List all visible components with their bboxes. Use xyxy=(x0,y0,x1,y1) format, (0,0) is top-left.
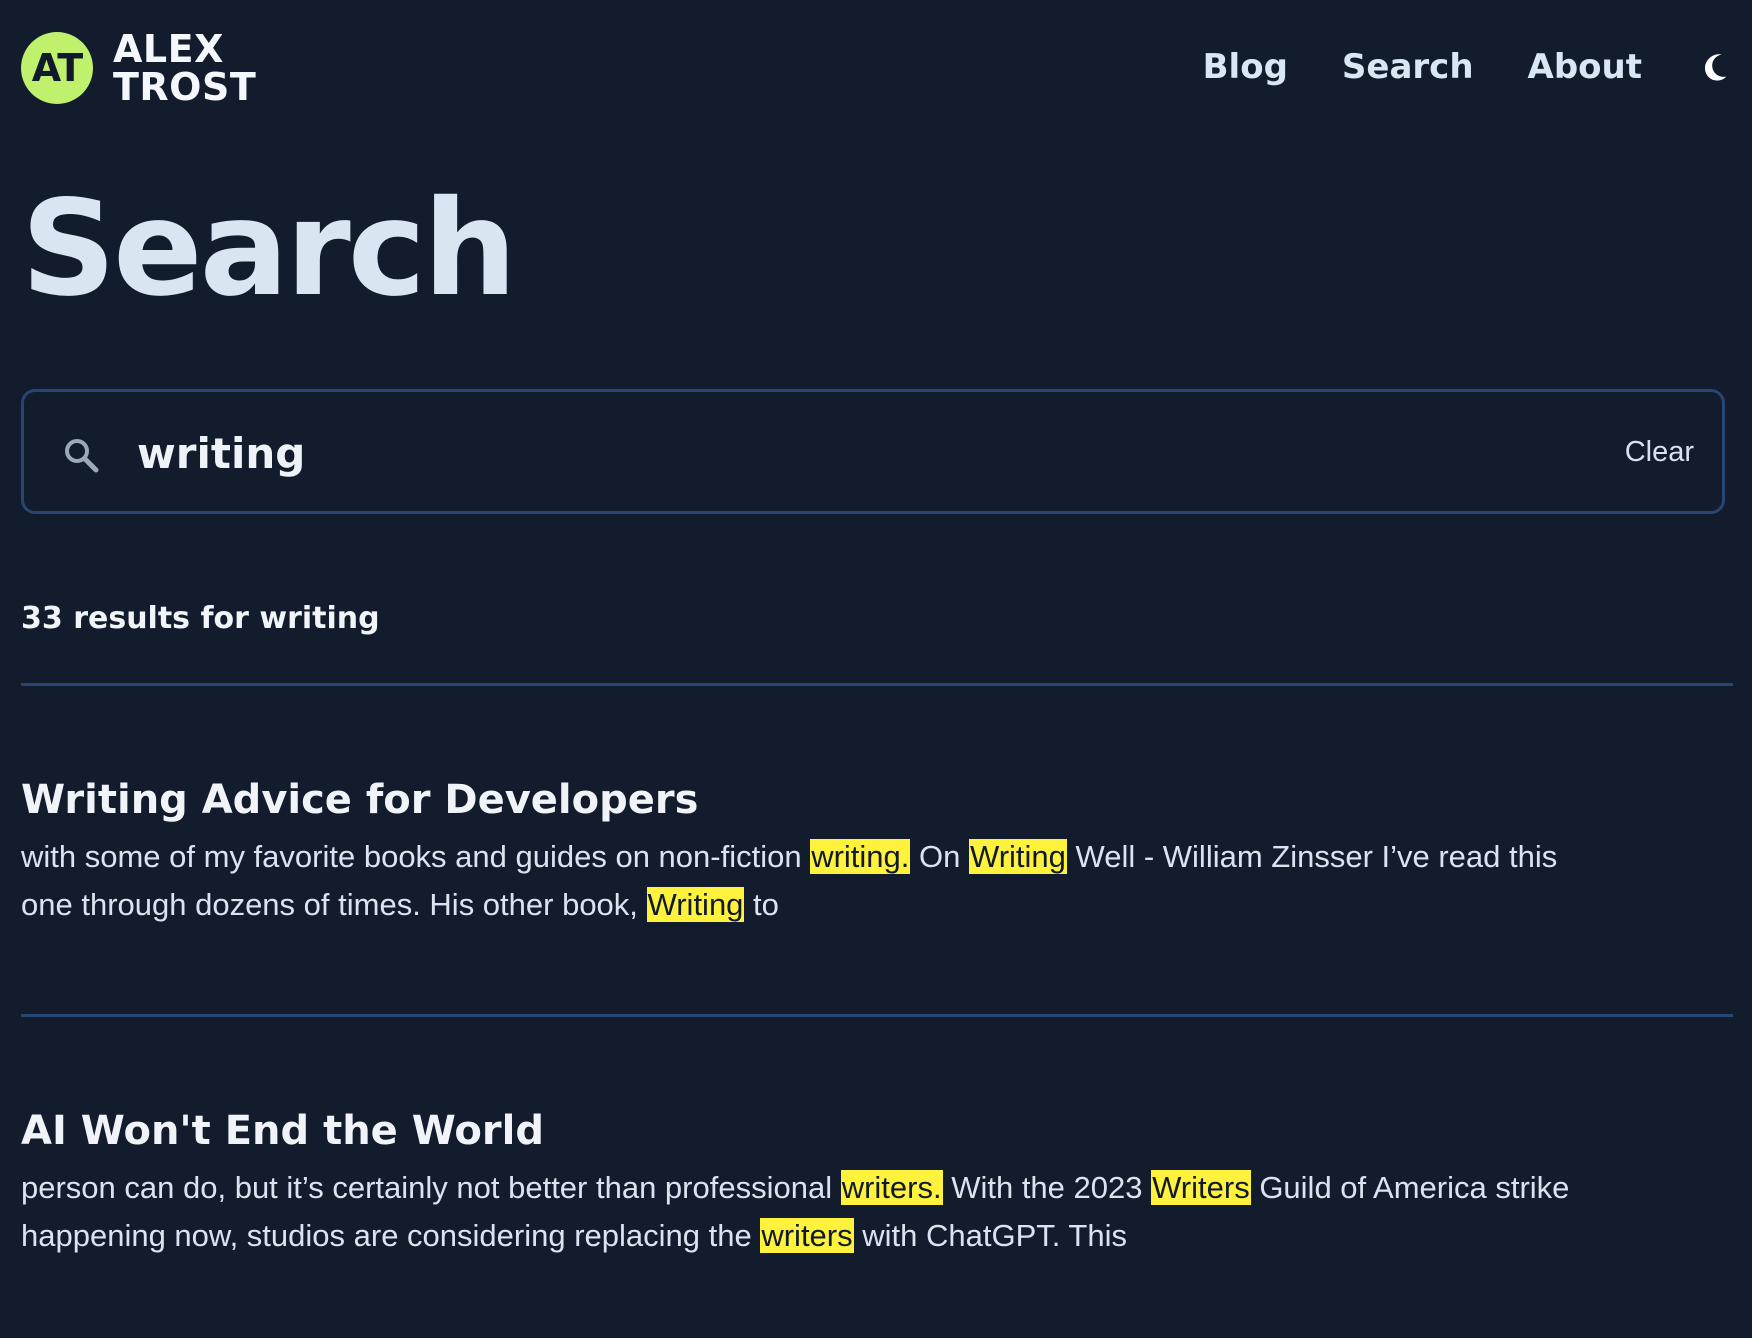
logo-first-name: ALEX xyxy=(113,30,256,68)
excerpt-text: one through dozens of times. His other b… xyxy=(21,887,647,922)
search-highlight: writers xyxy=(760,1218,853,1253)
excerpt-text: happening now, studios are considering r… xyxy=(21,1218,760,1253)
excerpt-text: With the 2023 xyxy=(943,1170,1152,1205)
search-box[interactable]: Clear xyxy=(21,389,1725,514)
clear-search-button[interactable]: Clear xyxy=(1625,430,1694,474)
search-highlight: Writing xyxy=(969,839,1067,874)
site-header: AT ALEX TROST Blog Search About xyxy=(21,26,1734,110)
result-excerpt: with some of my favorite books and guide… xyxy=(21,833,1733,929)
excerpt-text: to xyxy=(744,887,778,922)
search-page: AT ALEX TROST Blog Search About Search C… xyxy=(0,0,1752,1338)
home-logo-link[interactable]: AT ALEX TROST xyxy=(21,26,256,110)
main-navigation: Blog Search About xyxy=(1149,34,1734,100)
excerpt-text: with ChatGPT. This xyxy=(854,1218,1127,1253)
page-title: Search xyxy=(21,174,514,324)
excerpt-text: with some of my favorite books and guide… xyxy=(21,839,810,874)
excerpt-text: Well - William Zinsser I’ve read this xyxy=(1067,839,1557,874)
search-highlight: Writing xyxy=(647,887,745,922)
excerpt-text: Guild of America strike xyxy=(1251,1170,1570,1205)
results-divider xyxy=(21,683,1733,686)
result-excerpt-line: with some of my favorite books and guide… xyxy=(21,833,1733,881)
search-highlight: writing. xyxy=(810,839,910,874)
excerpt-text: person can do, but it’s certainly not be… xyxy=(21,1170,841,1205)
search-highlight: Writers xyxy=(1151,1170,1251,1205)
search-result: AI Won't End the World person can do, bu… xyxy=(21,1104,1733,1260)
result-excerpt-line: happening now, studios are considering r… xyxy=(21,1212,1733,1260)
logo-badge: AT xyxy=(21,32,93,104)
excerpt-text: On xyxy=(910,839,969,874)
result-excerpt-line: person can do, but it’s certainly not be… xyxy=(21,1164,1733,1212)
search-result: Writing Advice for Developers with some … xyxy=(21,773,1733,929)
search-input[interactable] xyxy=(135,418,1459,488)
nav-blog-link[interactable]: Blog xyxy=(1203,47,1288,87)
results-divider xyxy=(21,1014,1733,1017)
search-icon xyxy=(61,435,101,475)
logo-wordmark: ALEX TROST xyxy=(113,30,256,106)
nav-search-link[interactable]: Search xyxy=(1342,47,1474,87)
result-title-link[interactable]: AI Won't End the World xyxy=(21,1104,1733,1158)
results-count: 33 results for writing xyxy=(21,597,380,641)
theme-toggle-button[interactable] xyxy=(1700,50,1734,84)
search-highlight: writers. xyxy=(841,1170,943,1205)
result-title-link[interactable]: Writing Advice for Developers xyxy=(21,773,1733,827)
result-excerpt-line: one through dozens of times. His other b… xyxy=(21,881,1733,929)
logo-last-name: TROST xyxy=(113,68,256,106)
moon-icon xyxy=(1701,51,1733,83)
nav-about-link[interactable]: About xyxy=(1528,47,1642,87)
logo-initials: AT xyxy=(32,46,82,90)
result-excerpt: person can do, but it’s certainly not be… xyxy=(21,1164,1733,1260)
